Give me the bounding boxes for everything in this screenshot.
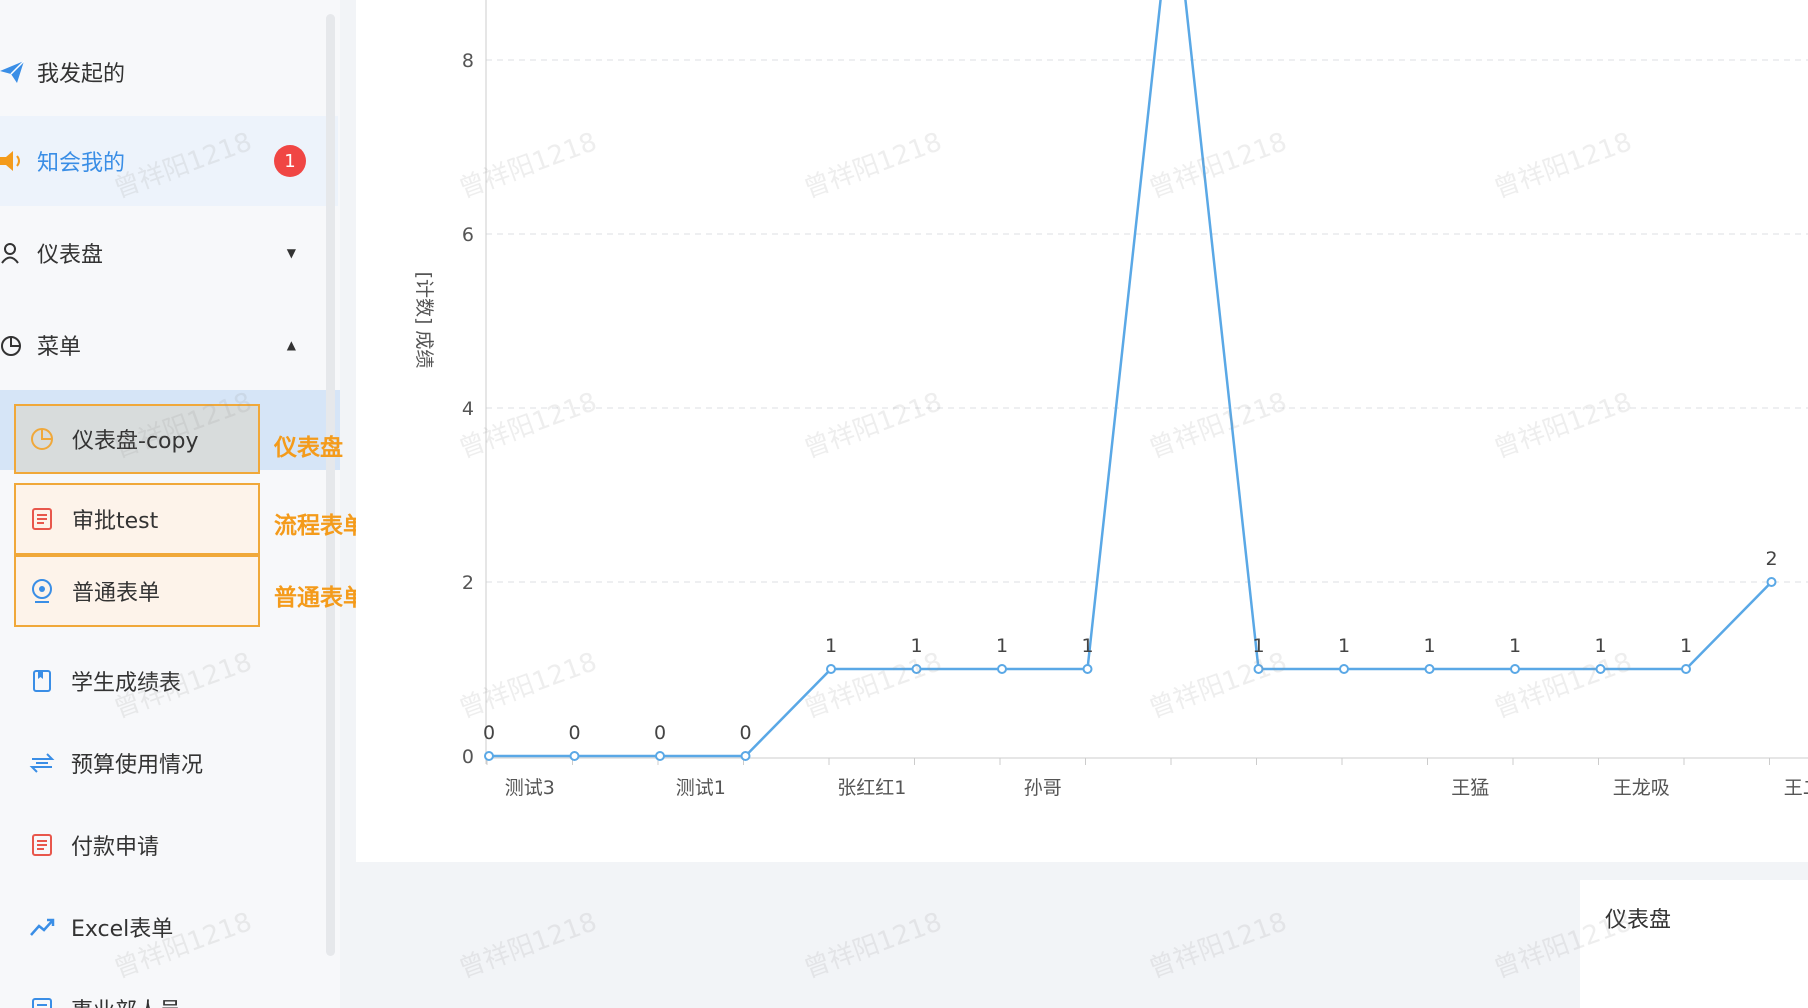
sub-item-label: 事业部人员 bbox=[71, 993, 181, 1008]
data-point bbox=[1339, 664, 1349, 674]
dashboard-card: 仪表盘 bbox=[1580, 880, 1808, 1008]
y-tick-label: 6 bbox=[462, 224, 474, 246]
y-tick-label: 4 bbox=[462, 398, 474, 420]
data-point bbox=[1510, 664, 1520, 674]
x-tick-label: 测试3 bbox=[505, 777, 555, 799]
user-icon bbox=[0, 239, 26, 267]
send-icon bbox=[0, 58, 26, 86]
sub-item-label: 学生成绩表 bbox=[71, 671, 182, 696]
card-title: 仪表盘 bbox=[1605, 908, 1672, 933]
sub-item-label: 预算使用情况 bbox=[71, 753, 204, 778]
sub-item-label: 审批test bbox=[72, 509, 159, 534]
data-point bbox=[1082, 664, 1093, 674]
data-point bbox=[1766, 577, 1777, 587]
sidebar: 我发起的 知会我的 1 仪表盘 ▼ 菜单 ▲ 仪表盘-copy 审批test 普… bbox=[0, 0, 340, 1008]
watermark-text: 曾祥阳1218 bbox=[1145, 907, 1291, 985]
data-label: 0 bbox=[568, 722, 580, 744]
y-axis-label: [计数] 成绩 bbox=[413, 272, 435, 369]
data-point bbox=[826, 664, 836, 674]
book-icon bbox=[28, 667, 56, 695]
menu-label: 知会我的 bbox=[37, 151, 126, 176]
data-point bbox=[1253, 664, 1264, 674]
sub-item-label: 普通表单 bbox=[72, 581, 161, 606]
sidebar-scrollbar[interactable] bbox=[326, 14, 335, 956]
sub-item-budget-usage[interactable]: 预算使用情况 bbox=[0, 723, 338, 803]
unread-badge: 1 bbox=[274, 145, 306, 177]
annotation-normal-form: 普通表单 bbox=[274, 585, 366, 611]
x-tick-label: 张红红1 bbox=[837, 777, 906, 799]
menu-item-my-initiated[interactable]: 我发起的 bbox=[0, 27, 338, 117]
y-tick-label: 8 bbox=[462, 50, 474, 72]
series-line bbox=[489, 0, 1773, 758]
chart-card: 02468[计数] 成绩测试3测试1张红红1孙哥王猛王龙吸王二级00001111… bbox=[356, 0, 1808, 862]
form-icon bbox=[28, 995, 56, 1008]
menu-label: 菜单 bbox=[37, 335, 82, 360]
data-label: 0 bbox=[654, 722, 666, 744]
caret-down-icon[interactable]: ▼ bbox=[287, 246, 296, 260]
data-point bbox=[1424, 664, 1435, 674]
caret-up-icon[interactable]: ▲ bbox=[287, 338, 296, 352]
line-chart: 02468[计数] 成绩测试3测试1张红红1孙哥王猛王龙吸王二级00001111… bbox=[413, 0, 1808, 799]
sub-item-division-staff[interactable]: 事业部人员 bbox=[0, 969, 338, 1008]
exchange-icon bbox=[28, 749, 56, 777]
sub-item-dashboard-copy[interactable]: 仪表盘-copy bbox=[14, 404, 260, 474]
data-label: 1 bbox=[1680, 635, 1692, 657]
speaker-icon bbox=[0, 147, 26, 175]
data-point bbox=[997, 664, 1007, 674]
menu-item-menu[interactable]: 菜单 ▲ bbox=[0, 300, 338, 390]
pie-icon bbox=[0, 331, 26, 359]
menu-label: 我发起的 bbox=[37, 62, 126, 87]
watermark-text: 曾祥阳1218 bbox=[455, 907, 601, 985]
x-tick-label: 王二级 bbox=[1784, 777, 1808, 799]
data-point bbox=[740, 751, 751, 761]
data-label: 1 bbox=[1252, 635, 1264, 657]
sub-item-label: 付款申请 bbox=[71, 835, 160, 860]
sub-item-approval-test[interactable]: 审批test bbox=[14, 483, 260, 555]
sub-item-label: 仪表盘-copy bbox=[72, 429, 199, 454]
x-tick-label: 王猛 bbox=[1451, 777, 1489, 799]
target-icon bbox=[28, 577, 56, 605]
data-label: 0 bbox=[483, 722, 495, 744]
data-point bbox=[1595, 664, 1606, 674]
data-point bbox=[911, 664, 922, 674]
watermark-text: 曾祥阳1218 bbox=[800, 907, 946, 985]
data-label: 1 bbox=[1081, 635, 1093, 657]
annotation-process-form: 流程表单 bbox=[274, 513, 366, 539]
x-tick-label: 测试1 bbox=[676, 777, 726, 799]
data-label: 1 bbox=[1594, 635, 1606, 657]
menu-item-cc-me[interactable]: 知会我的 1 bbox=[0, 116, 338, 206]
annotation-dashboard: 仪表盘 bbox=[274, 435, 343, 461]
data-point bbox=[1681, 664, 1691, 674]
menu-label: 仪表盘 bbox=[37, 243, 104, 268]
data-label: 1 bbox=[910, 635, 922, 657]
menu-item-dashboard[interactable]: 仪表盘 ▼ bbox=[0, 208, 338, 298]
sub-item-excel-form[interactable]: Excel表单 bbox=[0, 887, 338, 967]
form-icon bbox=[28, 505, 56, 533]
data-point bbox=[655, 751, 665, 761]
data-label: 2 bbox=[1765, 548, 1777, 570]
pie-icon bbox=[28, 425, 56, 453]
y-tick-label: 2 bbox=[462, 572, 474, 594]
data-point bbox=[484, 751, 494, 761]
data-label: 1 bbox=[1423, 635, 1435, 657]
x-tick-label: 王龙吸 bbox=[1613, 777, 1670, 799]
y-tick-label: 0 bbox=[462, 746, 474, 768]
form-icon bbox=[28, 831, 56, 859]
data-label: 1 bbox=[1509, 635, 1521, 657]
data-label: 1 bbox=[825, 635, 837, 657]
trend-icon bbox=[28, 913, 56, 941]
x-tick-label: 孙哥 bbox=[1024, 777, 1062, 799]
data-label: 0 bbox=[739, 722, 751, 744]
sub-item-student-scores[interactable]: 学生成绩表 bbox=[0, 641, 338, 721]
data-label: 1 bbox=[996, 635, 1008, 657]
data-point bbox=[569, 751, 580, 761]
sub-item-payment-request[interactable]: 付款申请 bbox=[0, 805, 338, 885]
data-label: 1 bbox=[1338, 635, 1350, 657]
sub-item-normal-form[interactable]: 普通表单 bbox=[14, 555, 260, 627]
sub-item-label: Excel表单 bbox=[71, 917, 174, 942]
